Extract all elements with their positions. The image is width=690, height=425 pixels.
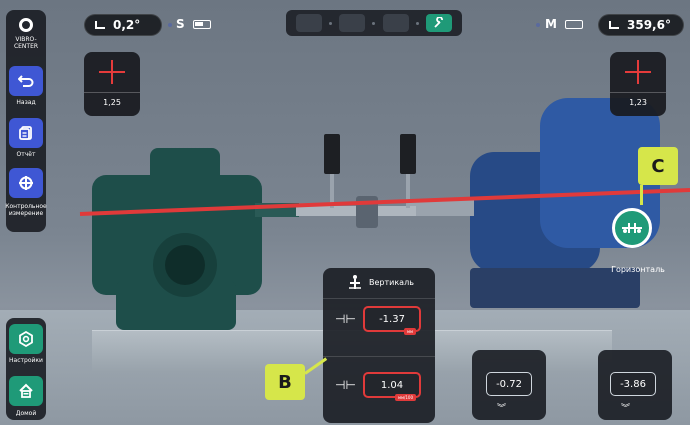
mode-measure-button[interactable]: [295, 14, 322, 32]
callout-c-connector: [640, 185, 643, 205]
status-dot-left: [168, 23, 172, 27]
vertical-offset-unit: мм: [403, 328, 416, 335]
bottom-value-right-text: -3.86: [620, 378, 646, 390]
mode-align-button[interactable]: [426, 14, 453, 32]
chevron-down-icon: ︾: [497, 404, 507, 414]
vertical-panel: Вертикаль ⊣⊢ -1.37 мм ⊣⊢ 1.04 мм/100: [323, 268, 435, 423]
back-label: Назад: [16, 99, 36, 106]
horizontal-coupling-icon: [622, 223, 642, 233]
divider: [323, 298, 435, 299]
motor: [410, 98, 660, 308]
angle-icon: [95, 21, 105, 29]
top-left-angle-readout: 0,2°: [84, 14, 162, 36]
mode-target-button[interactable]: [339, 14, 366, 32]
logo-icon: [19, 18, 33, 32]
document-icon: [19, 126, 32, 140]
toolbar-dot: [372, 21, 376, 25]
vertical-angle-value: 1.04: [380, 379, 404, 391]
pump: [92, 148, 299, 330]
home-label: Домой: [15, 410, 37, 417]
sensor-right: [400, 134, 416, 208]
settings-label: Настройки: [9, 357, 43, 364]
bottom-value-right[interactable]: -3.86: [610, 372, 656, 396]
vertical-title: Вертикаль: [369, 278, 414, 287]
left-sensor-mini-panel[interactable]: 1,25: [84, 52, 140, 116]
battery-icon-right: [565, 20, 583, 29]
angle-icon: [609, 21, 619, 29]
toolbar-dot: [416, 21, 420, 25]
crosshair-icon-h: [625, 71, 651, 73]
sensor-m-label: M: [545, 17, 557, 31]
vertical-angle-unit: мм/100: [394, 394, 416, 401]
horizontal-label: Горизонталь: [611, 265, 665, 274]
status-dot-right: [536, 23, 540, 27]
coupling-angle-icon: ⊣⊢: [335, 378, 356, 392]
right-sensor-mini-panel[interactable]: 1,23: [610, 52, 666, 116]
machine-scene: VIBRO-CENTER Назад Отчёт Контрольное изм…: [0, 0, 690, 425]
vertical-offset-field[interactable]: -1.37 мм: [363, 306, 421, 335]
sensor-left: [324, 134, 340, 208]
target-icon: [19, 176, 33, 190]
battery-icon-left: [193, 20, 211, 29]
divider: [84, 92, 140, 93]
callout-c: C: [638, 147, 678, 185]
divider: [323, 356, 435, 357]
report-label: Отчёт: [16, 151, 36, 158]
mode-check-button[interactable]: [382, 14, 409, 32]
control-measurement-label: Контрольное измерение: [5, 203, 47, 217]
top-left-angle-value: 0,2°: [113, 18, 141, 32]
vertical-angle-field[interactable]: 1.04 мм/100: [363, 372, 421, 401]
wrench-icon: [434, 17, 444, 28]
vertical-offset-value: -1.37: [379, 313, 405, 325]
back-button[interactable]: [9, 66, 43, 96]
left-mini-value: 1,25: [103, 98, 121, 107]
vertical-icon: [349, 275, 361, 289]
chevron-down-icon: ︾: [621, 404, 631, 414]
right-mini-value: 1,23: [629, 98, 647, 107]
home-icon: [19, 383, 33, 398]
control-measurement-button[interactable]: [9, 168, 43, 198]
bottom-value-left[interactable]: -0.72: [486, 372, 532, 396]
sensor-s-label: S: [176, 17, 185, 31]
horizontal-button[interactable]: [612, 208, 652, 248]
bottom-value-left-text: -0.72: [496, 378, 522, 390]
top-right-angle-value: 359,6°: [627, 18, 671, 32]
coupling-offset-icon: ⊣⊢: [335, 312, 356, 326]
logo-label: VIBRO-CENTER: [13, 36, 39, 50]
undo-icon: [18, 75, 34, 87]
mode-toolbar: [286, 10, 462, 36]
top-right-angle-readout: 359,6°: [598, 14, 684, 36]
toolbar-dot: [328, 21, 332, 25]
divider: [610, 92, 666, 93]
crosshair-icon-h: [99, 71, 125, 73]
report-button[interactable]: [9, 118, 43, 148]
home-button[interactable]: [9, 376, 43, 406]
settings-button[interactable]: [9, 324, 43, 354]
callout-b: B: [265, 364, 305, 400]
gear-icon: [19, 331, 33, 347]
